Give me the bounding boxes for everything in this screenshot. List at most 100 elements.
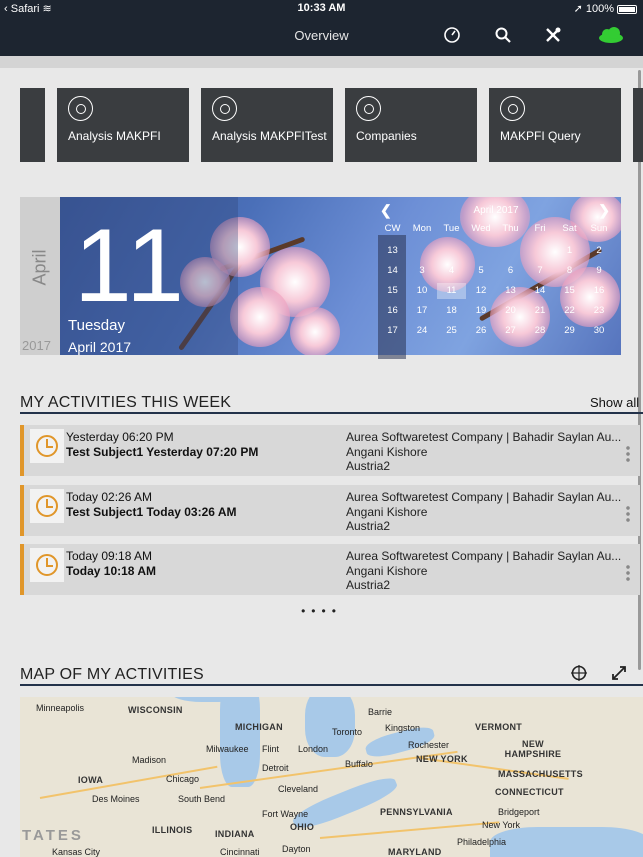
activity-row[interactable]: Yesterday 06:20 PM Test Subject1 Yesterd… [20,425,640,476]
calendar-day[interactable]: 10 [408,283,437,299]
clock-icon [30,548,64,582]
calendar-day[interactable]: 22 [555,303,584,319]
calendar-day[interactable]: 6 [496,263,525,279]
calendar-day[interactable]: 18 [437,303,466,319]
weekday-header: Tue [443,223,460,234]
calendar-day[interactable] [496,243,525,259]
calendar-week-number: 16 [387,305,398,316]
calendar-day[interactable] [467,243,496,259]
tile-label: MAKPFI Query [500,129,581,143]
page-indicator[interactable]: •••• [0,604,643,618]
activity-row[interactable]: Today 02:26 AM Test Subject1 Today 03:26… [20,485,640,536]
calendar-day[interactable]: 25 [437,323,466,339]
calendar-day[interactable]: 8 [555,263,584,279]
calendar-day[interactable]: 3 [408,263,437,279]
calendar-day[interactable]: 28 [526,323,555,339]
calendar-day[interactable]: 11 [437,283,466,299]
activity-location: Austria2 [346,519,391,533]
tile-analysis-makpfitest[interactable]: Analysis MAKPFITest [201,88,333,162]
weekday-header: Wed [471,223,491,234]
tile-analysis-makpfi[interactable]: Analysis MAKPFI [57,88,189,162]
more-options-icon[interactable] [626,505,630,523]
map-city-label: Des Moines [92,794,140,804]
calendar-day[interactable]: 4 [437,263,466,279]
calendar-day[interactable]: 7 [526,263,555,279]
calendar-day[interactable]: 27 [496,323,525,339]
calendar-day[interactable]: 24 [408,323,437,339]
activity-subject: Today 10:18 AM [66,564,157,578]
map-city-label: Rochester [408,740,450,750]
map-city-label: London [298,744,329,754]
weekday-header: Thu [502,223,519,234]
calendar-day[interactable]: 2 [585,243,614,259]
calendar-day[interactable]: 5 [467,263,496,279]
map-city-label: Bridgeport [498,807,540,817]
calendar-day[interactable]: 26 [467,323,496,339]
tile-companies[interactable]: Companies [345,88,477,162]
calendar-day[interactable]: 15 [555,283,584,299]
status-bar: ‹ Safari ≋ 10:33 AM ➚ 100% [0,0,643,18]
more-options-icon[interactable] [626,564,630,582]
tile-label: Analysis MAKPFI [68,129,161,143]
chevron-right-icon[interactable]: ❯ [598,202,610,219]
clock-icon [30,429,64,463]
map-state-label: NEW YORK [416,754,468,764]
more-options-icon[interactable] [626,445,630,463]
map-state-label: NEW HAMPSHIRE [504,739,562,759]
calendar-day[interactable]: 12 [467,283,496,299]
section-divider [20,684,643,686]
activity-company: Aurea Softwaretest Company | Bahadir Say… [346,490,622,504]
cloud-sync-icon[interactable] [596,26,626,46]
activity-person: Angani Kishore [346,445,428,459]
month-year-label: April 2017 [68,339,132,355]
search-icon[interactable] [493,26,513,46]
tile-makpfi-query[interactable]: MAKPFI Query [489,88,621,162]
activity-subject: Test Subject1 Yesterday 07:20 PM [66,445,259,459]
map-state-label: IOWA [78,775,104,785]
calendar-day[interactable]: 17 [408,303,437,319]
show-all-link[interactable]: Show all [590,395,639,410]
calendar-day[interactable] [408,243,437,259]
target-icon [68,96,93,121]
location-arrow-icon: ➚ [573,3,583,15]
map-city-label: Cleveland [278,784,319,794]
activities-title: MY ACTIVITIES THIS WEEK [20,394,232,411]
activity-row[interactable]: Today 09:18 AM Today 10:18 AM Aurea Soft… [20,544,640,595]
dashboard-gauge-icon[interactable] [442,26,462,46]
calendar-day[interactable]: 13 [496,283,525,299]
tile-partial-right[interactable] [633,88,643,162]
locate-crosshair-icon[interactable] [570,664,588,682]
calendar-day[interactable]: 1 [555,243,584,259]
calendar-day[interactable] [437,243,466,259]
map-city-label: Madison [132,755,167,765]
building-icon [356,96,381,121]
calendar-day[interactable]: 29 [555,323,584,339]
calendar-week-number: 15 [387,285,398,296]
status-right: ➚ 100% [574,2,637,15]
weekday-header: CW [384,223,401,234]
target-icon [212,96,237,121]
calendar-day[interactable]: 30 [585,323,614,339]
map-city-label: Kingston [385,723,421,733]
atlantic-ocean [490,827,643,857]
map-city-label: Fort Wayne [262,809,309,819]
tools-icon[interactable] [543,26,563,46]
calendar-day[interactable]: 21 [526,303,555,319]
activity-subject: Test Subject1 Today 03:26 AM [66,505,237,519]
calendar-day[interactable]: 9 [585,263,614,279]
calendar-day[interactable]: 19 [467,303,496,319]
tile-partial-left[interactable] [20,88,45,162]
map-city-label: Detroit [262,763,289,773]
calendar-day[interactable] [526,243,555,259]
weekday-header: Sun [590,223,608,234]
calendar-day[interactable]: 14 [526,283,555,299]
calendar-day[interactable]: 16 [585,283,614,299]
map-state-label: TATES [22,827,84,844]
expand-icon[interactable] [610,664,628,682]
calendar-day[interactable]: 20 [496,303,525,319]
side-month: April [29,249,50,286]
activity-map[interactable]: WISCONSIN MICHIGAN IOWA ILLINOIS INDIANA OHIO… [20,697,643,857]
weekday-header: Fri [534,223,546,234]
calendar-day[interactable]: 23 [585,303,614,319]
activity-person: Angani Kishore [346,505,428,519]
